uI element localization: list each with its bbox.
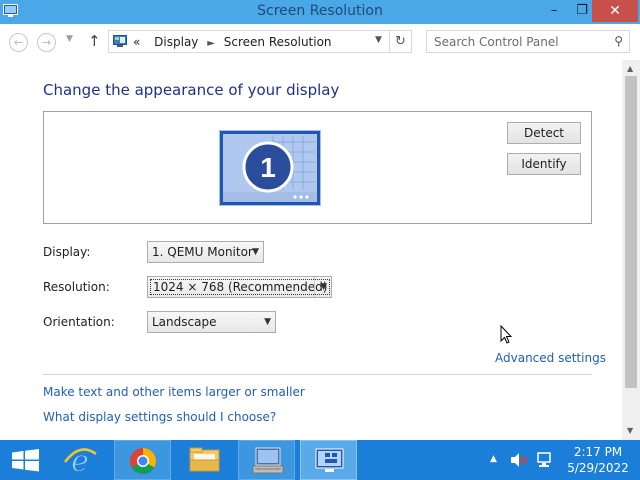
chrome-icon — [129, 448, 157, 475]
up-arrow-icon: ↑ — [88, 32, 101, 50]
breadcrumb-display[interactable]: Display — [154, 35, 198, 49]
back-arrow-icon: ← — [13, 36, 24, 49]
search-icon[interactable]: ⚲ — [614, 34, 623, 48]
resolution-label: Resolution: — [43, 280, 110, 294]
minimize-button[interactable]: – — [540, 0, 568, 22]
refresh-icon: ↻ — [395, 34, 406, 49]
chevron-down-icon: ▼ — [264, 317, 271, 327]
page-heading: Change the appearance of your display — [43, 81, 340, 99]
network-status-icon[interactable] — [536, 451, 554, 469]
start-button[interactable] — [0, 440, 52, 480]
windows-logo-icon — [12, 449, 39, 472]
main-content: Change the appearance of your display 1 — [0, 60, 622, 440]
chevron-down-icon: ▼ — [252, 247, 259, 257]
back-button[interactable]: ← — [9, 33, 28, 52]
vertical-scrollbar[interactable]: ▲ ▼ — [622, 60, 640, 440]
display-label: Display: — [43, 245, 91, 259]
monitor-number: 1 — [260, 152, 276, 183]
breadcrumb: « Display ► Screen Resolution — [133, 35, 332, 49]
orientation-label: Orientation: — [43, 315, 115, 329]
breadcrumb-separator-icon[interactable]: ► — [202, 38, 220, 49]
breadcrumb-overflow[interactable]: « — [133, 35, 140, 49]
forward-button[interactable]: → — [37, 33, 56, 52]
ie-icon: e — [64, 444, 97, 479]
display-settings-help-link[interactable]: What display settings should I choose? — [43, 410, 276, 424]
display-select-value: 1. QEMU Monitor — [152, 245, 253, 259]
chevron-down-icon: ▼ — [320, 282, 327, 292]
taskbar-internet-explorer[interactable]: e — [52, 440, 109, 480]
resolution-select-value: 1024 × 768 (Recommended) — [150, 279, 331, 295]
text-size-link[interactable]: Make text and other items larger or smal… — [43, 385, 305, 399]
mouse-cursor-icon — [500, 325, 512, 344]
display-select[interactable]: 1. QEMU Monitor ▼ — [147, 241, 264, 263]
select-divider — [314, 277, 315, 297]
orientation-select-value: Landscape — [152, 315, 217, 329]
title-bar: Screen Resolution – ❐ ✕ — [0, 0, 640, 24]
recent-locations-dropdown[interactable]: ▼ — [66, 34, 73, 44]
scroll-down-icon[interactable]: ▼ — [627, 426, 633, 435]
taskbar-file-explorer[interactable] — [176, 440, 233, 480]
search-input[interactable] — [427, 31, 607, 52]
identify-button[interactable]: Identify — [507, 153, 581, 175]
taskbar: e ▲ 2:17 PM 5/29/2022 — [0, 440, 640, 480]
scrollbar-thumb[interactable] — [625, 76, 637, 388]
clock-time: 2:17 PM — [573, 445, 623, 459]
taskbar-network[interactable] — [238, 440, 295, 480]
network-computer-icon — [252, 447, 284, 474]
refresh-button[interactable]: ↻ — [390, 30, 412, 53]
address-dropdown-icon[interactable]: ▼ — [375, 35, 382, 45]
taskbar-display-settings[interactable] — [300, 440, 357, 480]
scroll-up-icon[interactable]: ▲ — [627, 64, 633, 73]
show-hidden-icons-button[interactable]: ▲ — [490, 454, 497, 480]
breadcrumb-screen-resolution[interactable]: Screen Resolution — [224, 35, 332, 49]
monitor-1-icon[interactable]: 1 — [219, 130, 321, 206]
navigation-bar: ← → ▼ ↑ « Display ► Screen Resolution ▼ … — [0, 24, 640, 60]
divider — [43, 374, 592, 375]
volume-muted-icon[interactable] — [510, 452, 528, 468]
control-panel-icon — [113, 35, 127, 47]
clock-date: 5/29/2022 — [567, 461, 629, 475]
resolution-select[interactable]: 1024 × 768 (Recommended) ▼ — [147, 276, 332, 298]
monitor-arrangement-panel: 1 Detect Identify — [43, 111, 592, 224]
display-settings-icon — [315, 448, 344, 472]
address-bar[interactable]: « Display ► Screen Resolution ▼ — [108, 30, 390, 53]
breadcrumb-separator-icon — [144, 38, 154, 49]
forward-arrow-icon: → — [41, 36, 52, 49]
taskbar-chrome[interactable] — [114, 440, 171, 480]
search-box[interactable]: ⚲ — [426, 30, 630, 53]
system-clock[interactable]: 2:17 PM 5/29/2022 — [566, 444, 630, 476]
up-button[interactable]: ↑ — [88, 32, 101, 50]
folder-icon — [189, 447, 220, 472]
detect-button[interactable]: Detect — [507, 122, 581, 144]
orientation-select[interactable]: Landscape ▼ — [147, 311, 276, 333]
close-button[interactable]: ✕ — [592, 0, 638, 22]
advanced-settings-link[interactable]: Advanced settings — [495, 351, 606, 365]
